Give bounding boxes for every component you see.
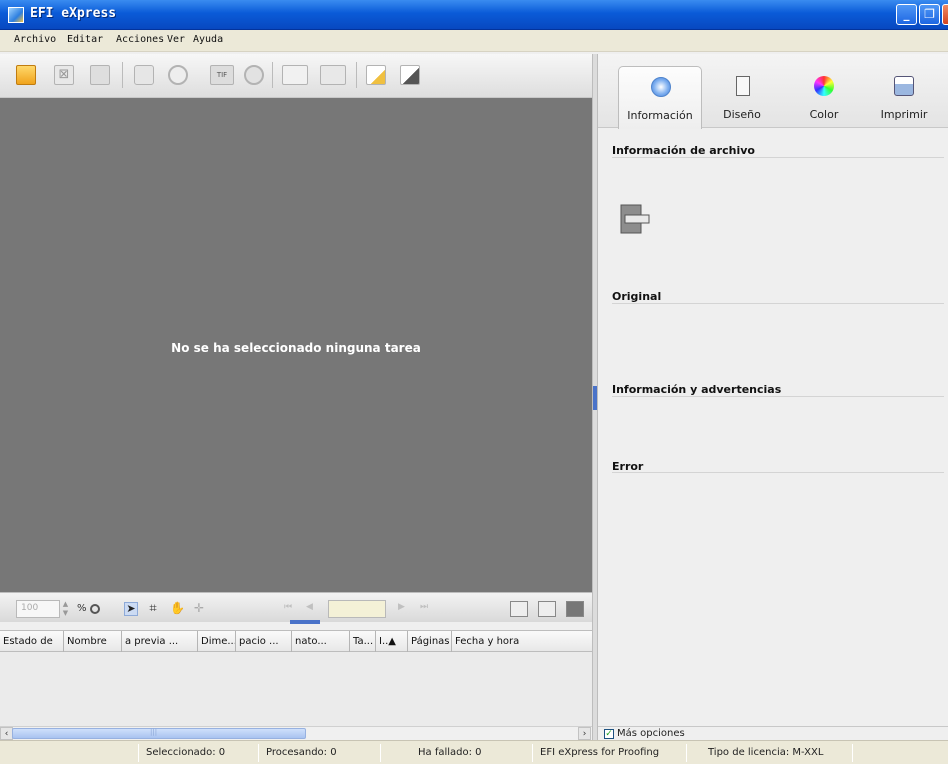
fit-page-button[interactable]: [538, 601, 556, 617]
tab-label: Imprimir: [880, 108, 928, 121]
status-failed: Ha fallado: 0: [418, 747, 482, 758]
select-arrow-icon[interactable]: ➤: [124, 602, 138, 616]
vertical-splitter-grip[interactable]: [593, 386, 597, 410]
no-job-message: No se ha seleccionado ninguna tarea: [171, 341, 421, 355]
section-warnings: Información y advertencias: [612, 383, 782, 396]
menu-ver[interactable]: Ver: [167, 34, 185, 45]
tab-label: Información: [627, 109, 693, 122]
edit-icon[interactable]: [366, 65, 386, 85]
job-table-body[interactable]: [0, 652, 592, 726]
menu-archivo[interactable]: Archivo: [14, 34, 56, 45]
open-folder-icon[interactable]: [16, 65, 36, 85]
zoom-input[interactable]: 100: [16, 600, 60, 618]
menu-acciones[interactable]: Acciones: [116, 34, 164, 45]
zoom-icon[interactable]: [90, 604, 100, 614]
status-selected: Seleccionado: 0: [146, 747, 226, 758]
more-options-checkbox[interactable]: ✓: [604, 729, 614, 739]
properties-tabs: Información Diseño Color Imprimir: [598, 54, 948, 129]
col-dimensiones[interactable]: Dime...: [198, 631, 236, 653]
crosshair-icon[interactable]: ✛: [192, 602, 206, 616]
view-toolbar: 100 ▲ ▼ % ➤ ⌗ ✋ ✛ ⏮ ◀ ▶ ⏭: [0, 592, 592, 622]
save-icon[interactable]: [90, 65, 110, 85]
window-title: EFI eXpress: [30, 6, 117, 21]
col-nombre[interactable]: Nombre: [64, 631, 122, 653]
spectro-icon[interactable]: [244, 65, 264, 85]
page-number-input[interactable]: [328, 600, 386, 618]
status-bar: Seleccionado: 0 Procesando: 0 Ha fallado…: [0, 740, 948, 764]
crop-icon[interactable]: ⌗: [146, 602, 160, 616]
color-wheel-icon: [814, 76, 834, 96]
col-paginas[interactable]: Páginas: [408, 631, 452, 653]
tab-imprimir[interactable]: Imprimir: [862, 66, 946, 128]
preview-zoom-icon[interactable]: [168, 65, 188, 85]
tab-informacion[interactable]: Información: [618, 66, 702, 129]
preview-area[interactable]: No se ha seleccionado ninguna tarea: [0, 98, 592, 592]
page-settings-icon[interactable]: [320, 65, 346, 85]
job-properties-panel: Información Diseño Color Imprimir Inform…: [598, 54, 948, 726]
job-table-header: Estado de Nombre a previa ... Dime... pa…: [0, 630, 592, 653]
menu-ayuda[interactable]: Ayuda: [193, 34, 223, 45]
tiff-export-icon[interactable]: TIF: [210, 65, 234, 85]
col-fecha-hora[interactable]: Fecha y hora: [452, 631, 592, 653]
minimize-button[interactable]: _: [896, 4, 917, 25]
last-page-icon[interactable]: ⏭: [420, 602, 428, 612]
zoom-unit: %: [77, 603, 87, 614]
more-options-label[interactable]: Más opciones: [617, 728, 685, 739]
tab-diseno[interactable]: Diseño: [700, 66, 784, 128]
layout-icon: [736, 76, 750, 96]
col-indice[interactable]: I..▲: [376, 631, 408, 653]
info-icon: [651, 77, 671, 97]
fullscreen-button[interactable]: [566, 601, 584, 617]
printer-icon: [894, 76, 914, 96]
scroll-thumb[interactable]: [12, 728, 306, 739]
horizontal-splitter-grip[interactable]: [290, 620, 320, 624]
prev-page-icon[interactable]: ◀: [306, 602, 313, 612]
horizontal-scrollbar[interactable]: ‹ ||| ›: [0, 726, 592, 740]
tab-label: Diseño: [723, 108, 761, 121]
tab-label: Color: [809, 108, 839, 121]
first-page-icon[interactable]: ⏮: [284, 602, 292, 612]
add-page-icon[interactable]: [282, 65, 308, 85]
tab-color[interactable]: Color: [782, 66, 866, 128]
close-button[interactable]: ✕: [942, 4, 948, 25]
col-espacio[interactable]: pacio ...: [236, 631, 292, 653]
fit-width-button[interactable]: [510, 601, 528, 617]
edit-advanced-icon[interactable]: [400, 65, 420, 85]
close-job-icon[interactable]: ⊠: [54, 65, 74, 85]
col-estado[interactable]: Estado de: [0, 631, 64, 653]
section-original: Original: [612, 290, 662, 303]
scroll-right-icon[interactable]: ›: [578, 727, 591, 740]
print-icon[interactable]: [134, 65, 154, 85]
title-bar: EFI eXpress _ ❐ ✕: [0, 0, 948, 30]
pan-hand-icon[interactable]: ✋: [170, 602, 185, 616]
maximize-button[interactable]: ❐: [919, 4, 940, 25]
app-logo-icon: [8, 7, 24, 23]
zoom-spinner[interactable]: ▲ ▼: [61, 600, 70, 618]
menu-bar: Archivo Editar Acciones Ver Ayuda: [0, 30, 948, 52]
col-vista-previa[interactable]: a previa ...: [122, 631, 198, 653]
status-processing: Procesando: 0: [266, 747, 337, 758]
app-window: EFI eXpress _ ❐ ✕ Archivo Editar Accione…: [0, 0, 948, 764]
document-icon: [620, 204, 652, 234]
col-formato[interactable]: nato...: [292, 631, 350, 653]
section-file-info: Información de archivo: [612, 144, 755, 157]
main-toolbar: ⊠ TIF: [0, 54, 592, 98]
col-tamano[interactable]: Ta...: [350, 631, 376, 653]
next-page-icon[interactable]: ▶: [398, 602, 405, 612]
status-license: Tipo de licencia: M-XXL: [708, 747, 824, 758]
more-options-row: ✓ Más opciones: [598, 726, 948, 740]
status-product: EFI eXpress for Proofing: [540, 747, 660, 758]
menu-editar[interactable]: Editar: [67, 34, 103, 45]
